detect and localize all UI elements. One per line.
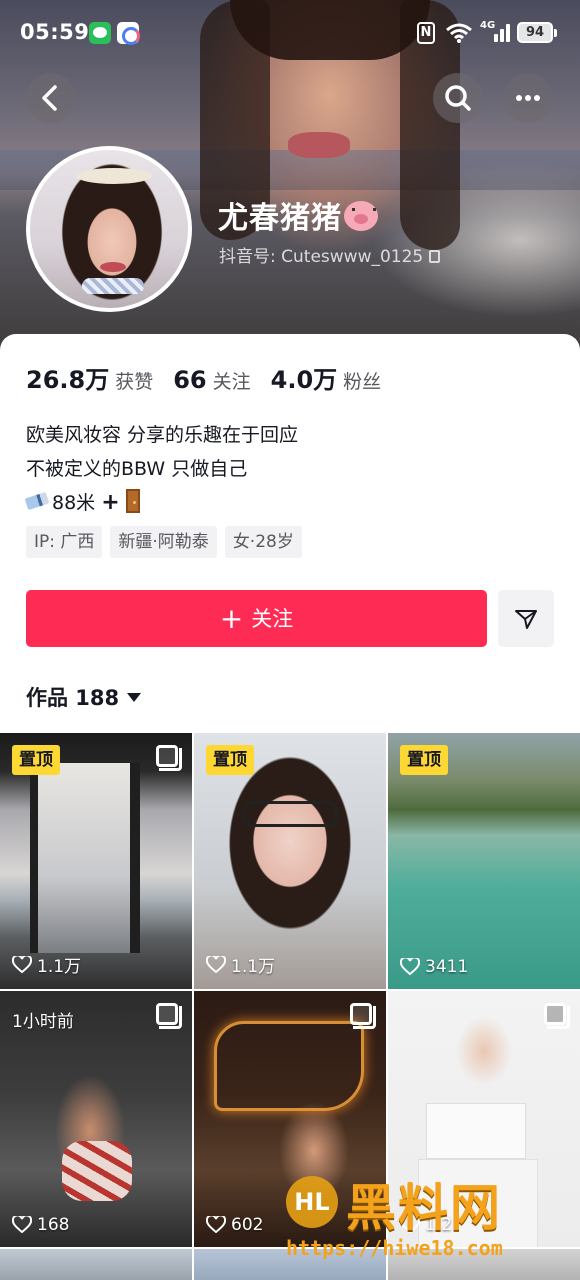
door-emoji <box>125 489 140 513</box>
tag-gender-age: 女·28岁 <box>224 526 302 558</box>
avatar[interactable] <box>26 146 192 312</box>
makeup-brush-emoji <box>24 491 50 511</box>
tile-likes: 1.1万 <box>12 952 81 977</box>
message-button[interactable] <box>498 590 554 647</box>
profile-stats: 26.8万 获赞 66 关注 4.0万 粉丝 <box>26 360 401 394</box>
works-tab-label: 作品 188 <box>26 686 120 710</box>
douyin-id-text: 抖音号: Cuteswww_0125 <box>219 247 424 267</box>
stat-likes[interactable]: 26.8万 获赞 <box>26 360 153 395</box>
avatar-headband <box>76 168 152 184</box>
likes-count: 1.1万 <box>37 957 82 977</box>
tile-likes: 602 <box>206 1215 263 1235</box>
follow-button[interactable]: + 关注 <box>26 590 487 647</box>
tag-location[interactable]: 新疆·阿勒泰 <box>110 526 217 558</box>
video-tile[interactable]: 置顶 1.1万 <box>194 733 386 989</box>
watermark-url: https://hiwe18.com <box>286 1236 503 1260</box>
heart-icon <box>206 955 226 973</box>
likes-count: 1.1万 <box>231 957 276 977</box>
bio-line-1: 欧美风妆容 分享的乐趣在于回应 <box>26 424 299 446</box>
status-bar: 05:59 N 4G 94 <box>0 0 580 66</box>
stat-likes-label: 获赞 <box>115 371 154 393</box>
multi-image-icon <box>156 1003 182 1029</box>
stat-followers[interactable]: 4.0万 粉丝 <box>271 360 382 395</box>
follow-label: 关注 <box>251 607 294 631</box>
battery-icon: 94 <box>517 22 557 43</box>
caret-down-icon <box>127 693 142 702</box>
stat-following[interactable]: 66 关注 <box>173 366 250 394</box>
watermark-name: 黑料网 <box>346 1179 502 1237</box>
search-button[interactable] <box>433 73 483 123</box>
tile-likes: 168 <box>12 1215 69 1235</box>
more-button[interactable] <box>503 73 553 123</box>
likes-count: 168 <box>37 1215 70 1235</box>
back-icon <box>42 85 57 111</box>
back-button[interactable] <box>26 73 76 123</box>
stat-followers-value: 4.0万 <box>270 366 338 394</box>
status-time: 05:59 <box>20 20 90 44</box>
video-tile[interactable]: 置顶 3411 <box>388 733 580 989</box>
tile-likes: 3411 <box>400 957 468 977</box>
douyin-id[interactable]: 抖音号: Cuteswww_0125 <box>219 242 441 267</box>
profile-tags: IP: 广西 新疆·阿勒泰 女·28岁 <box>26 526 310 558</box>
profile-bio: 欧美风妆容 分享的乐趣在于回应 不被定义的BBW 只做自己 88米 + <box>24 418 299 520</box>
stat-likes-value: 26.8万 <box>26 366 110 394</box>
pinned-badge: 置顶 <box>206 745 254 775</box>
pinned-badge: 置顶 <box>400 745 448 775</box>
wechat-icon <box>89 22 111 44</box>
profile-nickname: 尤春猪猪 <box>218 193 378 237</box>
likes-count: 3411 <box>425 957 469 977</box>
video-tile[interactable]: 置顶 1.1万 <box>0 733 192 989</box>
stat-followers-label: 粉丝 <box>343 371 382 393</box>
pig-face-emoji <box>344 201 378 231</box>
heart-icon <box>12 955 32 973</box>
watermark: HL 黑料网 https://hiwe18.com <box>284 1168 564 1262</box>
send-icon <box>515 610 537 629</box>
wifi-icon <box>446 23 472 43</box>
tile-thumbnail <box>426 1103 526 1159</box>
likes-count: 602 <box>231 1215 264 1235</box>
cover-lips <box>288 132 350 158</box>
heart-icon <box>206 1216 226 1234</box>
tile-thumbnail <box>242 801 338 827</box>
cellular-signal-icon: 4G <box>480 20 510 44</box>
heart-icon <box>400 958 420 976</box>
bio-line-2: 不被定义的BBW 只做自己 <box>26 458 248 480</box>
tag-ip-location: IP: 广西 <box>26 526 103 558</box>
bio-height-text: 88米 <box>52 492 96 514</box>
works-tab[interactable]: 作品 188 <box>26 682 142 712</box>
avatar-lips <box>100 262 126 272</box>
multi-image-icon <box>350 1003 376 1029</box>
more-icon <box>516 95 540 101</box>
copy-icon[interactable] <box>429 250 441 263</box>
nickname-text: 尤春猪猪 <box>218 201 342 236</box>
network-type: 4G <box>480 20 496 31</box>
multi-image-icon <box>156 745 182 771</box>
video-tile[interactable]: 1小时前 168 <box>0 991 192 1247</box>
notification-app-icon <box>117 22 140 45</box>
tile-thumbnail <box>30 763 140 953</box>
watermark-logo: HL <box>286 1176 338 1228</box>
plus-emoji: + <box>101 490 120 515</box>
video-tile-partial[interactable] <box>0 1249 192 1280</box>
plus-icon: + <box>219 602 244 635</box>
stat-following-label: 关注 <box>212 371 251 393</box>
tile-likes: 1.1万 <box>206 952 275 977</box>
nfc-icon: N <box>417 22 435 44</box>
bio-line-3: 88米 + <box>24 486 298 520</box>
multi-image-icon <box>544 1003 570 1029</box>
pinned-badge: 置顶 <box>12 745 60 775</box>
search-icon <box>445 85 471 111</box>
avatar-scarf <box>82 278 144 294</box>
post-time-badge: 1小时前 <box>12 1012 74 1032</box>
stat-following-value: 66 <box>173 366 207 394</box>
tile-thumbnail <box>214 1021 364 1111</box>
heart-icon <box>12 1216 32 1234</box>
tile-thumbnail <box>62 1141 132 1201</box>
